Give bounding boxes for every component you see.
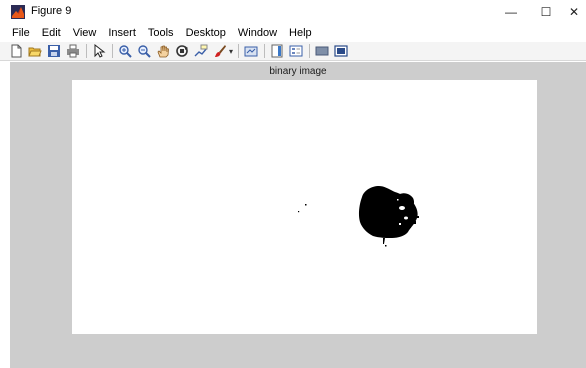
maximize-button[interactable]: ☐: [531, 2, 561, 22]
print-figure-button[interactable]: [65, 43, 81, 59]
open-file-button[interactable]: [27, 43, 43, 59]
toolbar-separator: [309, 44, 311, 58]
show-plot-tools-button[interactable]: [333, 43, 349, 59]
toolbar-separator: [264, 44, 266, 58]
menu-tools[interactable]: Tools: [142, 27, 180, 39]
menu-insert[interactable]: Insert: [102, 27, 142, 39]
brush-dropdown-icon[interactable]: ▾: [229, 47, 233, 56]
close-button[interactable]: ✕: [562, 2, 586, 22]
rotate-3d-button[interactable]: [174, 43, 190, 59]
rotate-3d-icon: [176, 45, 188, 57]
edit-plot-icon: [94, 44, 106, 58]
zoom-in-icon: [119, 45, 132, 58]
menu-help[interactable]: Help: [283, 27, 318, 39]
zoom-out-icon: [138, 45, 151, 58]
insert-legend-button[interactable]: [288, 43, 304, 59]
insert-colorbar-button[interactable]: [269, 43, 285, 59]
pan-icon: [157, 45, 169, 58]
zoom-in-button[interactable]: [117, 43, 133, 59]
menu-view[interactable]: View: [67, 27, 103, 39]
link-plot-button[interactable]: [243, 43, 259, 59]
matlab-logo-icon: [11, 5, 25, 19]
minimize-button[interactable]: —: [496, 2, 526, 22]
data-cursor-icon: [194, 44, 208, 57]
print-figure-icon: [67, 44, 79, 58]
toolbar-separator: [86, 44, 87, 58]
axes-title: binary image: [269, 66, 327, 77]
save-figure-button[interactable]: [46, 43, 62, 59]
menu-bar: File Edit View Insert Tools Desktop Wind…: [0, 24, 586, 42]
zoom-out-button[interactable]: [136, 43, 152, 59]
pan-button[interactable]: [155, 43, 171, 59]
binary-image-axes[interactable]: [72, 80, 537, 334]
hide-plot-tools-button[interactable]: [314, 43, 330, 59]
minimize-icon: —: [505, 5, 517, 19]
save-figure-icon: [48, 45, 60, 57]
toolbar-separator: [238, 44, 240, 58]
data-cursor-button[interactable]: [193, 43, 209, 59]
close-icon: ✕: [568, 5, 580, 19]
new-figure-icon: [11, 44, 22, 58]
hide-plot-tools-icon: [315, 46, 329, 56]
menu-edit[interactable]: Edit: [36, 27, 67, 39]
show-plot-tools-icon: [334, 45, 348, 57]
menu-desktop[interactable]: Desktop: [180, 27, 232, 39]
insert-legend-icon: [289, 45, 303, 57]
binary-image: [298, 186, 419, 247]
open-file-icon: [28, 47, 42, 57]
brush-button[interactable]: [212, 43, 228, 59]
maximize-icon: ☐: [540, 5, 552, 19]
window-title: Figure 9: [31, 5, 72, 17]
insert-colorbar-icon: [271, 44, 283, 58]
brush-icon: [215, 45, 226, 57]
title-bar: Figure 9 — ☐ ✕: [0, 0, 586, 24]
toolbar-separator: [112, 44, 113, 58]
menu-file[interactable]: File: [0, 27, 36, 39]
link-plot-icon: [244, 46, 258, 57]
new-figure-button[interactable]: [8, 43, 24, 59]
figure-toolbar: ▾: [0, 42, 586, 61]
menu-window[interactable]: Window: [232, 27, 283, 39]
edit-plot-button[interactable]: [91, 43, 107, 59]
figure-canvas: binary image: [10, 62, 586, 368]
